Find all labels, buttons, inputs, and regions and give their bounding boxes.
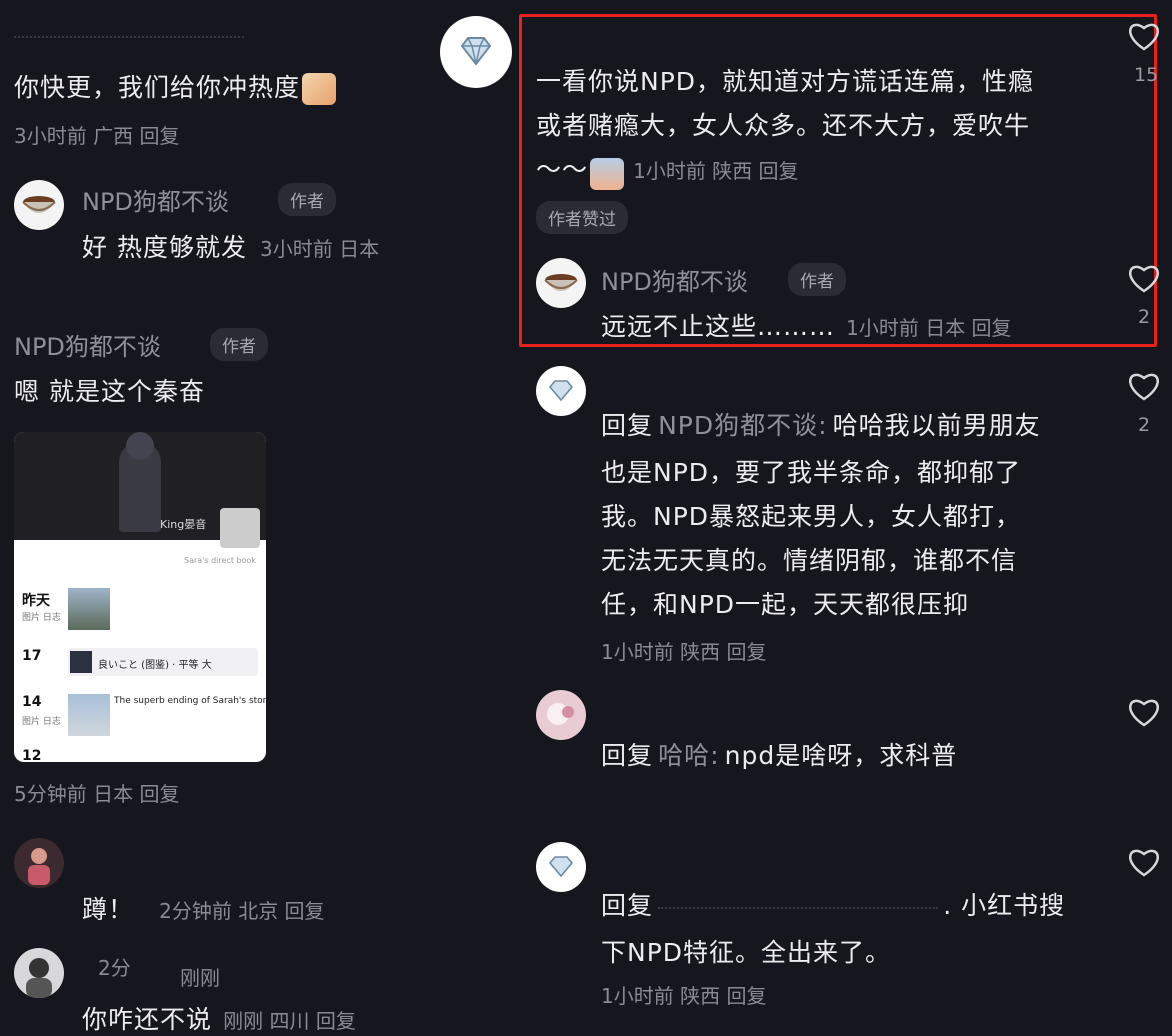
user-avatar[interactable] <box>14 948 64 998</box>
heart-icon[interactable] <box>1127 846 1161 878</box>
comment-meta: 2分 <box>98 956 131 980</box>
comment-meta[interactable]: 3小时前 广西 回复 <box>14 120 179 149</box>
author-name[interactable]: NPD狗都不谈 <box>14 327 161 362</box>
like-count: 15 <box>1134 64 1159 86</box>
screenshot-date: 14 <box>22 694 42 710</box>
screenshot-thumb <box>68 694 110 736</box>
heart-icon[interactable] <box>1127 696 1161 728</box>
author-name[interactable]: NPD狗都不谈 <box>601 262 748 297</box>
author-badge: 作者 <box>788 263 846 296</box>
diamond-avatar-icon[interactable] <box>536 366 586 416</box>
reply-text: 回复 NPD狗都不谈: 哈哈我以前男朋友 也是NPD，要了我半条命，都抑郁了 我… <box>601 411 1041 619</box>
diamond-avatar-icon[interactable] <box>440 16 512 88</box>
sticker-emoji <box>590 157 625 190</box>
watermark-text: King晏音 <box>160 518 207 531</box>
screenshot-sub: 图片 日志 <box>22 613 61 623</box>
author-badge: 作者 <box>210 328 268 361</box>
reply-text: 回复 . 小红书搜 下NPD特征。全出来了。 <box>601 891 1066 967</box>
heart-icon[interactable] <box>1127 20 1161 52</box>
comment-meta: 刚刚 <box>180 966 220 990</box>
redacted-name <box>658 906 939 913</box>
comment-meta[interactable]: 5分钟前 日本 回复 <box>14 778 179 807</box>
user-avatar[interactable] <box>14 838 64 888</box>
screenshot-thumb <box>68 588 110 630</box>
heart-icon[interactable] <box>1127 262 1161 294</box>
screenshot-photo-area: King晏音 <box>14 432 266 548</box>
bowl-avatar-icon[interactable] <box>14 180 64 230</box>
sticker-emoji <box>302 73 337 105</box>
attached-screenshot-image[interactable]: King晏音 Sara's direct book 昨天 图片 日志 17 良い… <box>14 432 266 762</box>
comment-text: 一看你说NPD，就知道对方谎话连篇，性瘾 或者赌瘾大，女人众多。还不大方，爱吹牛… <box>536 60 1034 195</box>
screenshot-sub: 图片 日志 <box>22 717 61 727</box>
reply-body: 好 热度够就发 3小时前 日本 <box>82 233 380 262</box>
screenshot-date: 昨天 <box>22 593 50 609</box>
comment-meta[interactable]: 1小时前 陕西 回复 <box>601 980 766 1009</box>
like-count: 2 <box>1138 414 1151 436</box>
author-liked-badge: 作者赞过 <box>536 201 628 234</box>
comment-text: 你快更，我们给你冲热度 <box>14 68 337 105</box>
author-name[interactable]: NPD狗都不谈 <box>82 182 229 217</box>
screenshot-entry-text: The superb ending of Sarah's story 10107… <box>114 696 266 706</box>
diamond-avatar-icon[interactable] <box>536 842 586 892</box>
comment-meta[interactable]: 1小时前 陕西 回复 <box>601 636 766 665</box>
heart-icon[interactable] <box>1127 370 1161 402</box>
screenshot-date: 17 <box>22 648 42 664</box>
screenshot-header: Sara's direct book <box>184 556 256 565</box>
reply-body: 远远不止这些……… 1小时前 日本 回复 <box>601 312 1012 341</box>
screenshot-date: 12 <box>22 748 42 762</box>
author-badge: 作者 <box>278 183 336 216</box>
screenshot-entry: 良いこと (图鉴) · 平等 大 <box>68 648 258 676</box>
comment-text: 嗯 就是这个秦奋 <box>14 377 205 406</box>
truncated-username <box>14 36 244 48</box>
bowl-avatar-icon[interactable] <box>536 258 586 308</box>
user-avatar[interactable] <box>536 690 586 740</box>
like-count: 2 <box>1138 306 1151 328</box>
reply-text: 回复 哈哈: npd是啥呀，求科普 <box>601 741 958 770</box>
watermark-avatar <box>220 508 260 548</box>
comment-body: 你咋还不说 刚刚 四川 回复 <box>82 1005 356 1034</box>
comment-body: 蹲！ 2分钟前 北京 回复 <box>82 895 325 924</box>
comment-meta[interactable]: 1小时前 陕西 回复 <box>633 159 798 183</box>
